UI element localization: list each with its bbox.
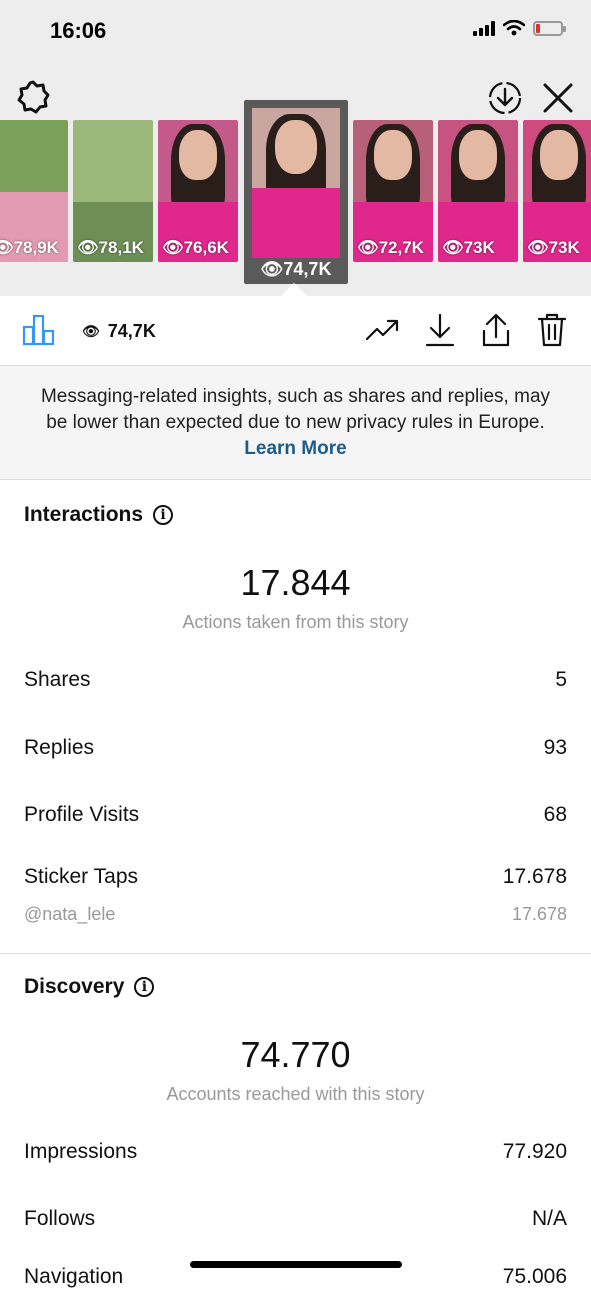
info-icon[interactable]: i [134, 977, 155, 997]
privacy-notice: Messaging-related insights, such as shar… [0, 366, 591, 480]
story-thumbnail[interactable]: 👁73K [523, 120, 591, 262]
eye-icon: 👁 [82, 323, 100, 339]
home-indicator[interactable] [190, 1261, 402, 1268]
story-strip: 👁78,9K 👁78,1K 👁76,6K 👁74,7K 👁72,7K 👁73K … [0, 100, 591, 300]
discovery-header: Discovery i [24, 975, 155, 999]
trash-icon[interactable] [537, 313, 567, 347]
selected-story-views: 👁74,7K [260, 259, 332, 279]
metric-row-sticker-taps: Sticker Taps 17.678 [24, 865, 567, 888]
toolbar-actions [365, 313, 567, 347]
story-views: 👁76,6K [162, 238, 229, 257]
interactions-header: Interactions i [24, 503, 174, 527]
metric-row-replies: Replies 93 [24, 736, 567, 759]
metric-row-follows: Follows N/A [24, 1207, 567, 1230]
metric-row-navigation: Navigation 75.006 [24, 1265, 567, 1288]
wifi-icon [503, 20, 525, 36]
story-thumbnail[interactable]: 👁78,1K [73, 120, 153, 262]
story-thumbnail[interactable]: 👁72,7K [353, 120, 433, 262]
interactions-subtitle: Actions taken from this story [182, 612, 409, 632]
story-thumbnail[interactable]: 👁73K [438, 120, 518, 262]
selection-pointer [280, 283, 308, 297]
story-views: 👁73K [442, 238, 495, 257]
status-icons [473, 20, 566, 36]
metric-row-profile-visits: Profile Visits 68 [24, 803, 567, 826]
metric-row-shares: Shares 5 [24, 668, 567, 691]
signal-icon [473, 20, 495, 36]
discovery-total: 74.770 [240, 1034, 351, 1075]
metric-row-sticker-mention: @nata_lele 17.678 [24, 904, 567, 924]
insights-toolbar: 👁 74,7K [0, 297, 591, 366]
share-icon[interactable] [481, 313, 511, 347]
discovery-subtitle: Accounts reached with this story [166, 1084, 425, 1104]
info-icon[interactable]: i [153, 505, 174, 525]
trending-icon[interactable] [365, 313, 399, 347]
story-thumbnail[interactable]: 👁76,6K [158, 120, 238, 262]
selected-story-thumbnail[interactable]: 👁74,7K [244, 100, 348, 284]
story-views: 👁72,7K [357, 238, 424, 257]
metric-row-impressions: Impressions 77.920 [24, 1140, 567, 1163]
bar-chart-icon[interactable] [22, 313, 56, 347]
battery-icon [533, 20, 566, 36]
story-views: 👁78,9K [0, 238, 59, 257]
status-time: 16:06 [50, 18, 107, 43]
story-header: 16:06 👁78,9K 👁78,1K 👁76,6K 👁74,7K 👁72,7K… [0, 0, 591, 296]
toolbar-views: 👁 74,7K [82, 321, 156, 341]
interactions-total: 17.844 [240, 562, 351, 603]
story-views: 👁73K [527, 238, 580, 257]
learn-more-link[interactable]: Learn More [244, 438, 346, 459]
story-thumbnail[interactable]: 👁78,9K [0, 120, 68, 262]
section-divider [0, 953, 591, 954]
story-views: 👁78,1K [77, 238, 144, 257]
download-icon[interactable] [425, 313, 455, 347]
